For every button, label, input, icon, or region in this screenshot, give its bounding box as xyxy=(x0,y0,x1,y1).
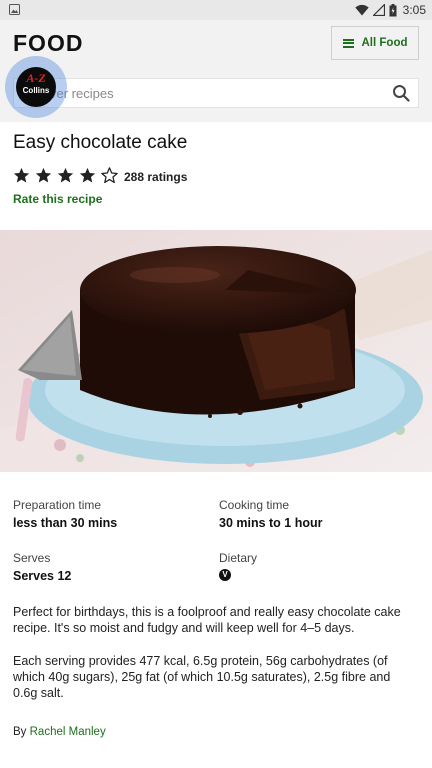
serves-block: Serves Serves 12 xyxy=(13,551,71,583)
byline: By Rachel Manley xyxy=(13,726,106,738)
search-input[interactable]: ver recipes xyxy=(13,78,419,108)
star-filled-icon xyxy=(57,167,74,183)
prep-time-value: less than 30 mins xyxy=(13,516,118,530)
food-logo[interactable]: FOOD xyxy=(13,30,83,57)
all-food-label: All Food xyxy=(361,37,408,49)
dietary-label: Dietary xyxy=(219,551,258,565)
collins-floating-button[interactable]: A-Z Collins xyxy=(5,56,67,118)
by-label: By xyxy=(13,726,27,738)
recipe-title: Easy chocolate cake xyxy=(13,132,188,153)
author-link[interactable]: Rachel Manley xyxy=(30,726,106,738)
serves-label: Serves xyxy=(13,551,51,565)
collins-az-text: A-Z xyxy=(26,71,46,85)
serves-value: Serves 12 xyxy=(13,569,72,583)
search-icon[interactable] xyxy=(392,84,410,102)
recipe-image xyxy=(0,230,432,472)
all-food-button[interactable]: All Food xyxy=(331,26,419,60)
vegetarian-badge-icon: V xyxy=(219,569,231,581)
wifi-icon xyxy=(354,4,369,16)
status-time: 3:05 xyxy=(402,3,426,17)
cook-time-value: 30 mins to 1 hour xyxy=(219,516,323,530)
ratings-count[interactable]: 288 ratings xyxy=(124,170,187,184)
rate-recipe-link[interactable]: Rate this recipe xyxy=(13,192,102,206)
image-notification-icon xyxy=(9,4,20,15)
dietary-block: Dietary V xyxy=(219,551,257,581)
star-rating xyxy=(13,167,118,184)
cook-time-block: Cooking time 30 mins to 1 hour xyxy=(219,498,323,530)
recipe-description: Perfect for birthdays, this is a foolpro… xyxy=(13,605,401,635)
menu-icon xyxy=(342,38,354,48)
battery-icon xyxy=(389,3,397,16)
star-empty-icon xyxy=(101,167,118,184)
star-filled-icon xyxy=(35,167,52,183)
collins-name: Collins xyxy=(22,86,50,95)
star-filled-icon xyxy=(13,167,30,183)
prep-time-label: Preparation time xyxy=(13,498,102,512)
header: FOOD All Food ver recipes xyxy=(0,20,432,122)
collins-logo: A-Z Collins xyxy=(16,67,56,107)
cook-time-label: Cooking time xyxy=(219,498,290,512)
nutrition-info: Each serving provides 477 kcal, 6.5g pro… xyxy=(13,654,391,700)
status-bar: 3:05 xyxy=(0,0,432,20)
star-filled-icon xyxy=(79,167,96,183)
signal-icon xyxy=(372,4,385,16)
prep-time-block: Preparation time less than 30 mins xyxy=(13,498,117,530)
